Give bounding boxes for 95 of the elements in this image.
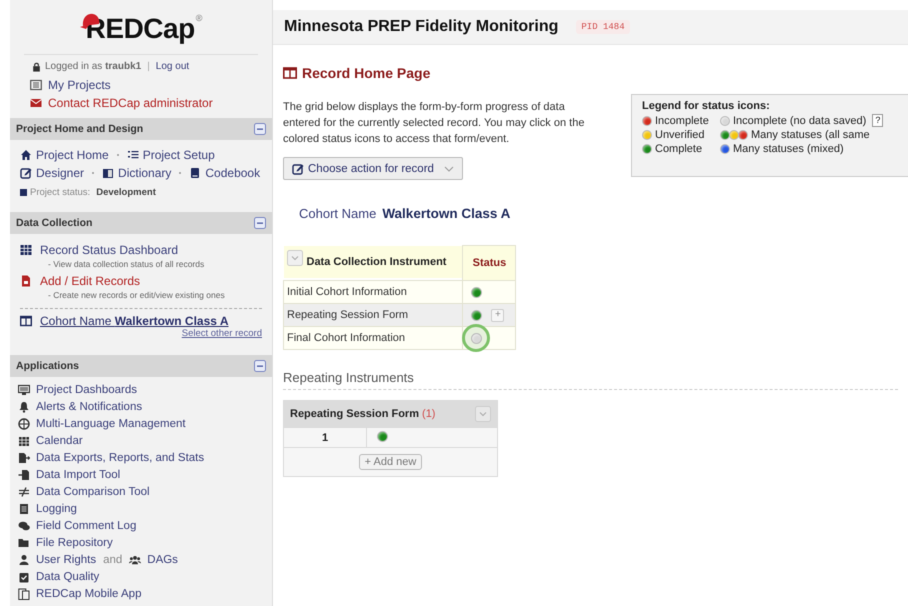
- choose-action-button[interactable]: Choose action for record: [283, 157, 463, 180]
- nav-link[interactable]: Record Status Dashboard: [40, 243, 178, 257]
- table-cell: Initial Cohort Information: [284, 280, 463, 304]
- envelope-icon: [30, 97, 42, 109]
- nav-link[interactable]: File Repository: [36, 536, 113, 548]
- table-icon: [20, 244, 32, 256]
- globe-icon: [18, 418, 30, 430]
- caret-icon: [444, 166, 454, 172]
- table-cell: Final Cohort Information: [284, 326, 463, 350]
- legend-title: Legend for status icons:: [642, 100, 771, 112]
- collapse-icon[interactable]: [254, 217, 266, 229]
- columns-icon: [283, 67, 297, 79]
- record-field-label: Cohort Name: [299, 206, 376, 221]
- folder-icon: [18, 536, 30, 548]
- monitor-icon: [18, 384, 30, 396]
- document-icon: [18, 502, 30, 514]
- section-title: Applications: [16, 360, 80, 372]
- nav-link[interactable]: Dictionary: [118, 166, 172, 180]
- calendar-icon: [18, 434, 30, 446]
- status-icon[interactable]: [469, 285, 484, 299]
- collapse-icon[interactable]: [254, 123, 266, 135]
- legend-label: Unverified: [655, 129, 705, 141]
- redcap-logo: REDCap$^{®}$: [80, 12, 202, 46]
- book-icon: [102, 167, 114, 179]
- section-title: Data Collection: [16, 217, 92, 229]
- nav-link[interactable]: Calendar: [36, 434, 83, 446]
- tablet-icon: [18, 588, 30, 600]
- nav-link[interactable]: DAGs: [147, 554, 178, 566]
- legend-label: Incomplete: [655, 114, 709, 126]
- clipboard-check-icon: [18, 570, 30, 582]
- link-description: - Create new records or edit/view existing ones: [47, 289, 226, 300]
- file-export-icon: [18, 452, 30, 464]
- list-icon: [30, 79, 42, 91]
- columns-icon: [20, 315, 32, 327]
- nav-link[interactable]: Codebook: [205, 166, 260, 180]
- section-title: Project Home and Design: [16, 123, 144, 135]
- nav-link[interactable]: Add / Edit Records: [40, 274, 140, 288]
- lock-icon: [32, 62, 41, 72]
- project-title: Minnesota PREP Fidelity Monitoring: [284, 18, 558, 36]
- record-value: Walkertown Class A: [382, 206, 510, 221]
- status-icon[interactable]: [462, 324, 490, 352]
- table-title: Repeating Session Form (1): [290, 408, 436, 420]
- status-icon[interactable]: [375, 430, 389, 444]
- collapse-icon[interactable]: [254, 360, 266, 372]
- legend-label: Complete: [655, 143, 702, 155]
- book-icon: [189, 167, 202, 179]
- help-button[interactable]: ?: [872, 114, 884, 127]
- nav-link[interactable]: Multi-Language Management: [36, 418, 186, 430]
- comments-icon: [18, 520, 30, 532]
- list-icon: [126, 149, 139, 161]
- record-link[interactable]: Cohort Name Walkertown Class A: [40, 314, 229, 328]
- login-status: Logged in as traubk1: [45, 61, 142, 72]
- house-icon: [20, 149, 32, 161]
- section-heading: Repeating Instruments: [283, 370, 415, 385]
- separator: |: [147, 61, 150, 72]
- edit-icon: [20, 167, 32, 179]
- nav-link[interactable]: Alerts & Notifications: [36, 400, 142, 412]
- nav-link[interactable]: Project Dashboards: [36, 384, 137, 396]
- nav-link[interactable]: Designer: [36, 166, 84, 180]
- legend-label: Incomplete (no data saved): [733, 114, 866, 126]
- nav-link[interactable]: Logging: [36, 502, 77, 514]
- logout-link[interactable]: Log out: [156, 61, 190, 72]
- nav-link[interactable]: Data Import Tool: [36, 468, 120, 480]
- select-other-record-link[interactable]: Select other record: [182, 328, 262, 339]
- nav-link[interactable]: Contact REDCap administrator: [48, 96, 213, 110]
- column-header: Status: [462, 246, 516, 280]
- nav-link[interactable]: Project Home: [36, 148, 109, 162]
- intro-paragraph: The grid below displays the form-by-form progress of data entered for the currently selected record. You may click on the colored status icons to access that form/event.: [283, 100, 586, 147]
- edit-icon: [292, 162, 304, 174]
- nav-link[interactable]: Data Exports, Reports, and Stats: [36, 452, 204, 464]
- not-equal-icon: [18, 486, 30, 498]
- link-description: - View data collection status of all records: [47, 258, 206, 269]
- users-icon: [129, 554, 142, 566]
- file-icon: [20, 275, 32, 287]
- nav-link[interactable]: Project Setup: [142, 148, 215, 162]
- legend-label: Many statuses (all same: [751, 129, 870, 141]
- status-icon[interactable]: [469, 308, 484, 322]
- nav-link[interactable]: User Rights: [36, 554, 96, 566]
- nav-link[interactable]: REDCap Mobile App: [36, 588, 142, 600]
- add-new-button[interactable]: + Add new: [358, 454, 422, 470]
- square-icon: [20, 189, 27, 196]
- nav-link[interactable]: Field Comment Log: [36, 520, 136, 532]
- nav-link[interactable]: My Projects: [48, 78, 111, 92]
- bell-icon: [18, 400, 30, 412]
- status-label: Project status:: [30, 187, 90, 198]
- user-icon: [18, 554, 30, 566]
- nav-link[interactable]: Data Comparison Tool: [36, 486, 150, 498]
- legend-label: Many statuses (mixed): [733, 143, 844, 155]
- file-import-icon: [18, 468, 30, 480]
- page-title: Record Home Page: [302, 65, 430, 81]
- joiner-text: and: [103, 554, 122, 566]
- nav-link[interactable]: Data Quality: [36, 570, 100, 582]
- status-value: Development: [96, 187, 156, 198]
- column-title: Data Collection Instrument: [306, 256, 446, 268]
- project-id-badge: PID 1484: [576, 20, 630, 34]
